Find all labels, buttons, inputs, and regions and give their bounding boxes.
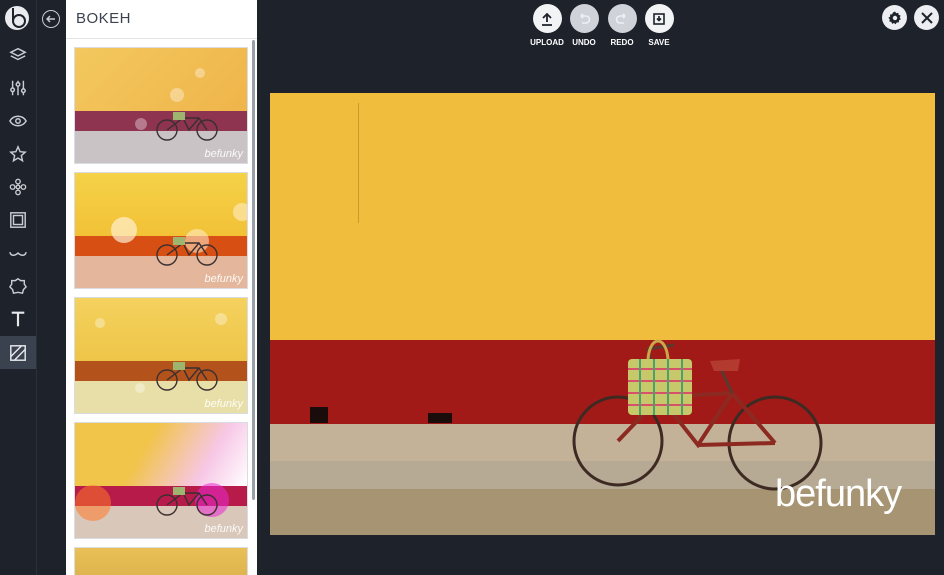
thumbnail-watermark: befunky [204, 523, 243, 535]
text-icon[interactable] [0, 302, 36, 335]
upload-label: UPLOAD [530, 38, 564, 47]
panel-title: BOKEH [76, 10, 132, 27]
badge-icon[interactable] [0, 269, 36, 302]
save-button[interactable]: SAVE [644, 4, 674, 47]
photo-vent [310, 407, 328, 423]
panel-divider [66, 38, 257, 39]
effect-thumbnail-2[interactable]: befunky [74, 172, 248, 289]
effect-thumbnail-4[interactable]: befunky [74, 422, 248, 539]
effect-thumbnail-list: befunky befunky befunky befunky [74, 47, 249, 575]
upload-button[interactable]: UPLOAD [530, 4, 564, 47]
effect-thumbnail-5[interactable] [74, 547, 248, 575]
star-icon[interactable] [0, 137, 36, 170]
texture-icon[interactable] [0, 336, 36, 369]
editor-app: BOKEH befunky befunky befunky befunky UP… [0, 0, 944, 575]
layers-icon[interactable] [0, 38, 36, 71]
thumbnail-watermark: befunky [204, 273, 243, 285]
redo-label: REDO [610, 38, 634, 47]
photo-wall-crack [358, 103, 364, 223]
canvas-watermark: befunky [775, 473, 902, 516]
redo-button[interactable]: REDO [607, 4, 637, 47]
tool-rail [0, 0, 37, 575]
effect-thumbnail-3[interactable]: befunky [74, 297, 248, 414]
close-icon[interactable] [914, 5, 939, 30]
undo-label: UNDO [572, 38, 596, 47]
befunky-logo[interactable] [5, 6, 29, 30]
save-label: SAVE [648, 38, 670, 47]
flower-icon[interactable] [0, 170, 36, 203]
photo-bicycle [572, 339, 823, 491]
photo-wall-region [270, 93, 935, 340]
undo-icon[interactable] [569, 4, 599, 33]
settings-gear-icon[interactable] [882, 5, 907, 30]
eye-icon[interactable] [0, 104, 36, 137]
thumbnail-watermark: befunky [204, 148, 243, 160]
photo-canvas[interactable]: befunky [270, 93, 935, 535]
frame-icon[interactable] [0, 203, 36, 236]
effects-panel: BOKEH befunky befunky befunky befunky [66, 0, 257, 575]
back-arrow-icon[interactable] [42, 10, 60, 28]
sliders-icon[interactable] [0, 71, 36, 104]
save-icon[interactable] [644, 4, 674, 33]
mustache-icon[interactable] [0, 236, 36, 269]
photo-vent [428, 413, 452, 423]
upload-icon[interactable] [532, 4, 562, 33]
canvas-watermark-text: befunky [775, 473, 902, 515]
effect-thumbnail-1[interactable]: befunky [74, 47, 248, 164]
panel-scrollbar[interactable] [252, 40, 255, 500]
redo-icon[interactable] [607, 4, 637, 33]
undo-button[interactable]: UNDO [569, 4, 599, 47]
thumbnail-watermark: befunky [204, 398, 243, 410]
